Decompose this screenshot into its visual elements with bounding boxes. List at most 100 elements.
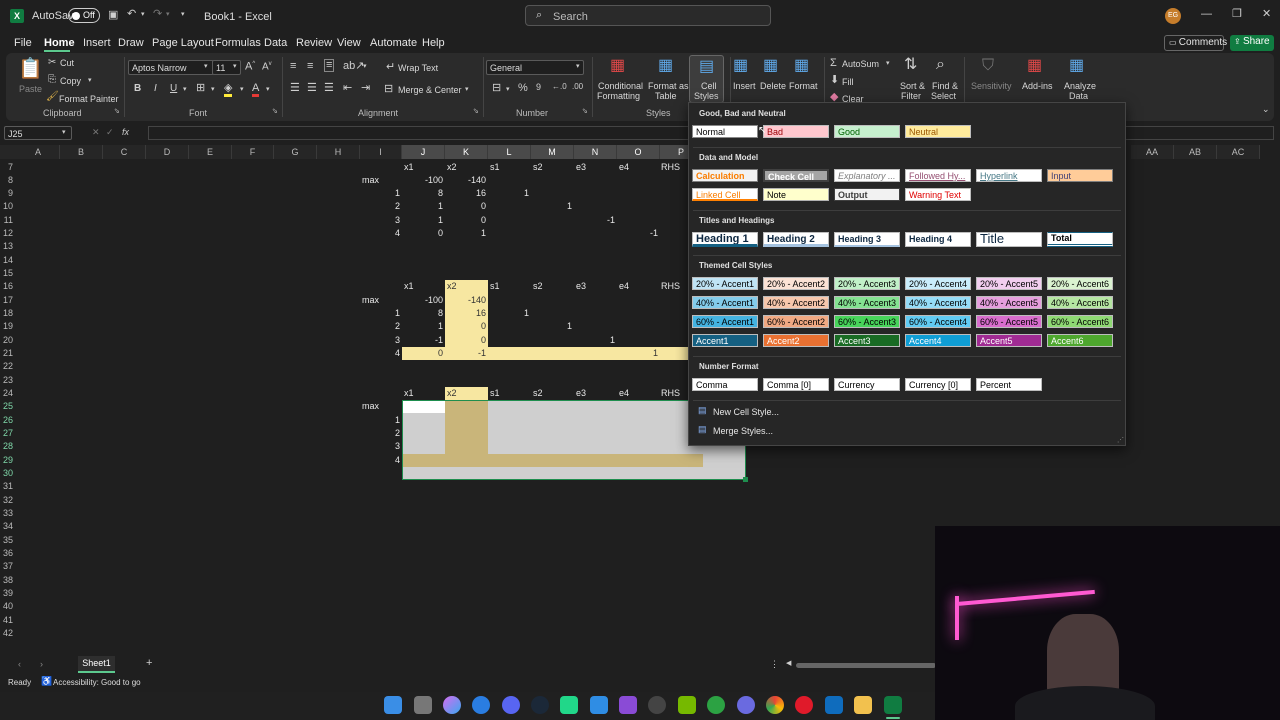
tab-review[interactable]: Review bbox=[296, 37, 332, 49]
folder-icon[interactable] bbox=[854, 696, 872, 714]
align-right-icon[interactable]: ☰ bbox=[324, 83, 334, 94]
increase-decimal-icon[interactable]: ←.0 bbox=[552, 83, 567, 91]
tab-draw[interactable]: Draw bbox=[118, 37, 144, 49]
copy-dropdown-icon[interactable]: ▾ bbox=[88, 77, 92, 84]
t2-row2-s2[interactable]: 1 bbox=[531, 320, 572, 333]
col-header[interactable]: G bbox=[274, 145, 317, 159]
autosum-icon[interactable]: Σ bbox=[830, 58, 837, 69]
row-header[interactable]: 17 bbox=[0, 294, 16, 307]
row-header[interactable]: 10 bbox=[0, 200, 16, 213]
row-header[interactable]: 29 bbox=[0, 454, 16, 467]
style-accent4[interactable]: Accent4 bbox=[905, 334, 971, 347]
tab-formulas[interactable]: Formulas bbox=[215, 37, 261, 49]
edge-icon[interactable] bbox=[472, 696, 490, 714]
sort-filter-icon[interactable]: ⇅ bbox=[904, 57, 917, 73]
t1-row4-e4[interactable]: -1 bbox=[617, 227, 658, 240]
style-20-accent1[interactable]: 20% - Accent1 bbox=[692, 277, 758, 290]
sensitivity-icon[interactable]: ⛉ bbox=[982, 58, 994, 74]
merge-center-icon[interactable]: ⊟ bbox=[384, 84, 393, 95]
chrome-icon[interactable] bbox=[766, 696, 784, 714]
style-comma-0[interactable]: Comma [0] bbox=[763, 378, 829, 391]
cell-styles-button[interactable]: ▤ Cell Styles bbox=[689, 55, 724, 103]
new-cell-style-menu-item[interactable]: New Cell Style... bbox=[713, 407, 779, 417]
analyze-data-icon[interactable]: ▦ bbox=[1069, 58, 1084, 74]
collapse-ribbon-icon[interactable]: ⌄ bbox=[1262, 105, 1270, 114]
increase-indent-icon[interactable]: ⇥ bbox=[361, 83, 370, 94]
style-20-accent2[interactable]: 20% - Accent2 bbox=[763, 277, 829, 290]
style-60-accent4[interactable]: 60% - Accent4 bbox=[905, 315, 971, 328]
insert-function-icon[interactable]: fx bbox=[122, 128, 129, 137]
row-header[interactable]: 36 bbox=[0, 547, 16, 560]
percent-icon[interactable]: % bbox=[518, 83, 528, 94]
t1-header-rhs[interactable]: RHS bbox=[661, 161, 680, 174]
row-header[interactable]: 19 bbox=[0, 320, 16, 333]
style-accent6[interactable]: Accent6 bbox=[1047, 334, 1113, 347]
orientation-icon[interactable]: ab↗ bbox=[343, 61, 364, 72]
style-40-accent1[interactable]: 40% - Accent1 bbox=[692, 296, 758, 309]
row-header[interactable]: 8 bbox=[0, 174, 16, 187]
row-header[interactable]: 23 bbox=[0, 374, 16, 387]
t1-row2-s2[interactable]: 1 bbox=[531, 200, 572, 213]
style-heading-3[interactable]: Heading 3 bbox=[834, 232, 900, 247]
t2-header-e4[interactable]: e4 bbox=[619, 280, 629, 293]
font-launcher-icon[interactable]: ⬂ bbox=[272, 108, 278, 115]
t1-row1-id[interactable]: 1 bbox=[360, 187, 400, 200]
style-60-accent6[interactable]: 60% - Accent6 bbox=[1047, 315, 1113, 328]
sheet-tab-sheet1[interactable]: Sheet1 bbox=[78, 656, 115, 673]
t2-header-s1[interactable]: s1 bbox=[490, 280, 500, 293]
t3-header-rhs[interactable]: RHS bbox=[661, 387, 680, 400]
t1-row3-x1[interactable]: 1 bbox=[402, 214, 443, 227]
fill-icon[interactable]: ⬇ bbox=[830, 75, 839, 86]
t2-header-s2[interactable]: s2 bbox=[533, 280, 543, 293]
vscode-icon[interactable] bbox=[590, 696, 608, 714]
accessibility-status[interactable]: Accessibility: Good to go bbox=[53, 678, 141, 687]
fill-color-dropdown-icon[interactable]: ▾ bbox=[240, 86, 244, 93]
more-options-icon[interactable]: ⋮ bbox=[770, 660, 779, 669]
delete-cells-label[interactable]: Delete bbox=[760, 81, 786, 91]
save-icon[interactable]: ▣ bbox=[108, 10, 118, 21]
align-bottom-icon[interactable]: ≡ bbox=[324, 59, 335, 72]
col-header[interactable]: O bbox=[617, 145, 660, 159]
paste-icon[interactable]: 📋 bbox=[18, 59, 43, 79]
italic-icon[interactable]: I bbox=[154, 84, 157, 94]
t3-header-e4[interactable]: e4 bbox=[619, 387, 629, 400]
t2-row1-x2[interactable]: 16 bbox=[445, 307, 486, 320]
add-sheet-icon[interactable]: + bbox=[146, 658, 152, 669]
find-select-icon[interactable]: ⌕ bbox=[936, 57, 945, 73]
avatar[interactable]: EG bbox=[1165, 8, 1181, 24]
number-launcher-icon[interactable]: ⬂ bbox=[582, 108, 588, 115]
decrease-font-icon[interactable]: Av bbox=[262, 61, 272, 72]
cut-icon[interactable]: ✂ bbox=[48, 58, 56, 68]
format-painter-label[interactable]: Format Painter bbox=[59, 94, 119, 104]
style-note[interactable]: Note bbox=[763, 188, 829, 201]
t1-header-e4[interactable]: e4 bbox=[619, 161, 629, 174]
col-header[interactable]: J bbox=[402, 145, 445, 159]
col-header[interactable]: L bbox=[488, 145, 531, 159]
t2-header-x1[interactable]: x1 bbox=[404, 280, 414, 293]
style-linked-cell[interactable]: Linked Cell bbox=[692, 188, 758, 201]
t1-max-label[interactable]: max bbox=[362, 174, 379, 187]
autosave-toggle[interactable]: Off bbox=[68, 8, 100, 23]
wrap-text-label[interactable]: Wrap Text bbox=[398, 63, 438, 73]
style-explanatory[interactable]: Explanatory ... bbox=[834, 169, 900, 182]
nvidia-icon[interactable] bbox=[678, 696, 696, 714]
style-warning-text[interactable]: Warning Text bbox=[905, 188, 971, 201]
font-color-dropdown-icon[interactable]: ▾ bbox=[266, 86, 270, 93]
t2-row4-id[interactable]: 4 bbox=[360, 347, 400, 360]
t3-max-label[interactable]: max bbox=[362, 400, 379, 413]
style-hyperlink[interactable]: Hyperlink bbox=[976, 169, 1042, 182]
sort-label[interactable]: Sort & bbox=[900, 81, 925, 91]
col-header[interactable]: E bbox=[189, 145, 232, 159]
fill-color-icon[interactable]: ◈ bbox=[224, 83, 233, 97]
sort-label-2[interactable]: Filter bbox=[901, 91, 921, 101]
undo-dropdown-icon[interactable]: ▾ bbox=[141, 11, 145, 18]
t2-max-label[interactable]: max bbox=[362, 294, 379, 307]
format-cells-label[interactable]: Format bbox=[789, 81, 818, 91]
row-header[interactable]: 39 bbox=[0, 587, 16, 600]
t2-row1-x1[interactable]: 8 bbox=[402, 307, 443, 320]
insert-cells-icon[interactable]: ▦ bbox=[733, 58, 748, 74]
t1-row2-x2[interactable]: 0 bbox=[445, 200, 486, 213]
next-sheet-icon[interactable]: › bbox=[40, 660, 43, 669]
t1-max-x2[interactable]: -140 bbox=[445, 174, 486, 187]
borders-icon[interactable]: ⊞ bbox=[196, 83, 205, 94]
